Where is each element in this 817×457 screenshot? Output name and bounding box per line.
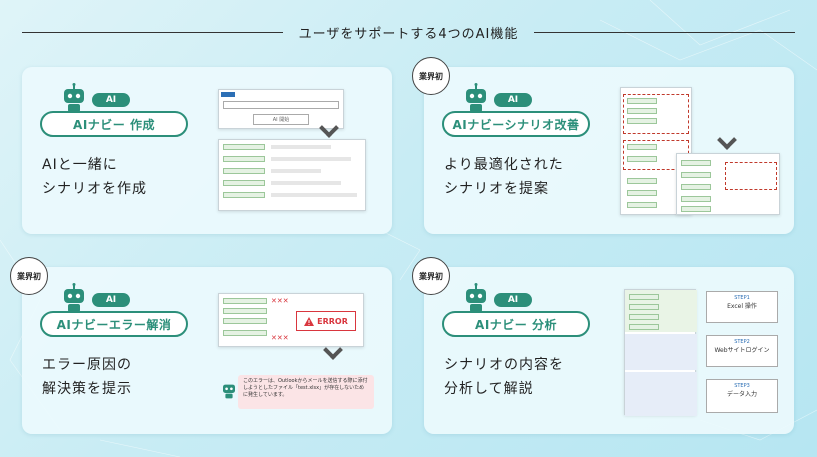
robot-icon (466, 283, 486, 312)
step-box: STEP3 データ入力 (706, 379, 778, 413)
feature-title-error: AIナビーエラー解消 (40, 311, 188, 337)
industry-first-badge: 業界初 (10, 257, 48, 295)
feature-description: シナリオの内容を 分析して解説 (444, 357, 564, 397)
feature-description: AIと一緒に シナリオを作成 (42, 157, 147, 197)
feature-title-create: AIナビー 作成 (40, 111, 188, 137)
feature-card-error: 業界初 AI AIナビーエラー解消 エラー原因の 解決策を提示 ✕✕✕ ✕✕✕ E… (10, 257, 392, 434)
step-box: STEP1 Excel 操作 (706, 291, 778, 323)
feature-title-improve: AIナビーシナリオ改善 (442, 111, 590, 137)
ai-tag: AI (494, 293, 532, 307)
feature-title-analyze: AIナビー 分析 (442, 311, 590, 337)
error-label: ERROR (317, 316, 348, 326)
ai-tag: AI (92, 293, 130, 307)
ai-start-button: AI 開始 (253, 114, 309, 125)
ai-error-explanation: このエラーは、Outlookからメールを送信する際に添付しようとしたファイル「t… (238, 375, 374, 409)
feature-card-analyze: 業界初 AI AIナビー 分析 シナリオの内容を 分析して解説 STEP1 Exc… (412, 257, 794, 434)
section-title: ユーザをサポートする4つのAI機能 (298, 26, 519, 42)
robot-icon (64, 83, 84, 112)
feature-card-improve: 業界初 AI AIナビーシナリオ改善 より最適化された シナリオを提案 (412, 57, 794, 234)
section-header: ユーザをサポートする4つのAI機能 (22, 20, 795, 44)
header-rule-right (534, 31, 795, 33)
scenario-editor-mock (218, 139, 366, 211)
feature-card-create: AI AIナビー 作成 AIと一緒に シナリオを作成 AI 開始 (22, 67, 392, 234)
industry-first-badge: 業界初 (412, 257, 450, 295)
error-dialog: ERROR (296, 311, 356, 331)
ai-tag: AI (92, 93, 130, 107)
warning-icon (304, 316, 315, 326)
feature-description: エラー原因の 解決策を提示 (42, 357, 132, 397)
robot-icon (64, 283, 84, 312)
header-rule-left (22, 31, 283, 33)
step-box: STEP2 Webサイトログイン (706, 335, 778, 367)
ai-tag: AI (494, 93, 532, 107)
industry-first-badge: 業界初 (412, 57, 450, 95)
scenario-after-mock (676, 153, 780, 215)
feature-description: より最適化された シナリオを提案 (444, 157, 564, 197)
arrow-down-icon (717, 130, 737, 150)
robot-icon (223, 384, 235, 399)
step-list: STEP1 Excel 操作 STEP2 Webサイトログイン STEP3 デー… (706, 291, 778, 415)
analyze-scenario-mock (624, 289, 697, 416)
robot-icon (466, 83, 486, 112)
